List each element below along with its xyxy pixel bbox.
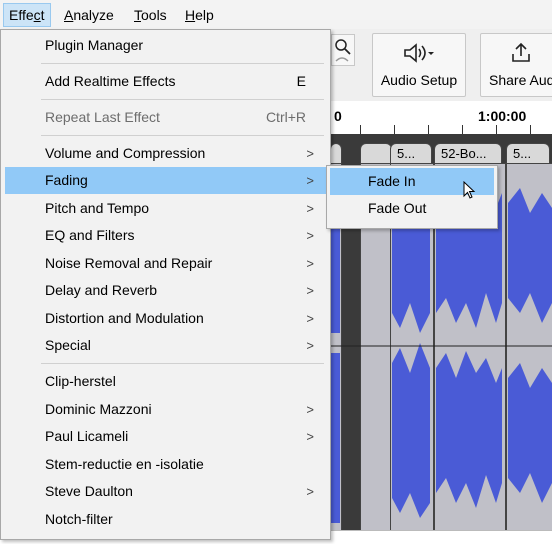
clip-header[interactable] [360,143,392,165]
zoom-button[interactable] [331,34,355,66]
audio-setup-button[interactable]: Audio Setup [372,33,466,97]
timeline-ruler[interactable]: 0 1:00:00 [330,101,552,135]
share-audio-button[interactable]: Share Aud [480,33,552,97]
menu-item-notch-filter[interactable]: Notch-filter [5,506,326,533]
menu-item-delay-reverb[interactable]: Delay and Reverb > [5,277,326,304]
menu-item-pitch-tempo[interactable]: Pitch and Tempo > [5,195,326,222]
menu-item-distortion-modulation[interactable]: Distortion and Modulation > [5,305,326,332]
clip-header[interactable]: 5... [390,143,432,165]
menu-item-special[interactable]: Special > [5,332,326,359]
menu-bar: Effect Analyze Tools Help [0,0,552,29]
submenu-arrow-icon: > [306,173,314,188]
clip-header[interactable]: 52-Bo... [434,143,502,165]
menu-item-add-realtime-effects[interactable]: Add Realtime Effects E [5,68,326,95]
clip-header[interactable]: 5... [506,143,550,165]
menu-item-steve-daulton[interactable]: Steve Daulton > [5,478,326,505]
zoom-icon [335,39,351,62]
ruler-label-1h: 1:00:00 [478,108,527,124]
submenu-arrow-icon: > [306,283,314,298]
submenu-arrow-icon: > [306,311,314,326]
menu-analyze[interactable]: Analyze [59,3,119,27]
menu-item-fading[interactable]: Fading > [5,167,326,194]
submenu-arrow-icon: > [306,338,314,353]
menu-item-eq-filters[interactable]: EQ and Filters > [5,222,326,249]
clip-header[interactable] [330,143,342,165]
submenu-arrow-icon: > [306,402,314,417]
submenu-arrow-icon: > [306,201,314,216]
menu-item-clip-herstel[interactable]: Clip-herstel [5,368,326,395]
menu-tools[interactable]: Tools [129,3,172,27]
menu-item-dominic-mazzoni[interactable]: Dominic Mazzoni > [5,396,326,423]
menu-item-volume-compression[interactable]: Volume and Compression > [5,140,326,167]
ruler-label-start: 0 [334,108,342,124]
mouse-cursor-icon [463,181,476,199]
submenu-arrow-icon: > [306,146,314,161]
menu-item-noise-removal[interactable]: Noise Removal and Repair > [5,250,326,277]
toolbar: Audio Setup Share Aud [330,29,552,102]
submenu-arrow-icon: > [306,429,314,444]
submenu-arrow-icon: > [306,256,314,271]
menu-help[interactable]: Help [180,3,219,27]
submenu-arrow-icon: > [306,484,314,499]
submenu-arrow-icon: > [306,228,314,243]
speaker-icon [373,42,465,69]
menu-item-repeat-last-effect: Repeat Last Effect Ctrl+R [45,109,306,125]
audio-setup-label: Audio Setup [380,72,458,88]
share-audio-label: Share Aud [489,72,552,88]
upload-icon [481,42,552,69]
menu-effect[interactable]: Effect [3,3,51,27]
menu-item-plugin-manager[interactable]: Plugin Manager [5,32,326,59]
effect-menu: Plugin Manager Add Realtime Effects E Rep… [0,29,331,540]
menu-item-stem-reductie[interactable]: Stem-reductie en -isolatie [5,451,326,478]
menu-item-paul-licameli[interactable]: Paul Licameli > [5,423,326,450]
